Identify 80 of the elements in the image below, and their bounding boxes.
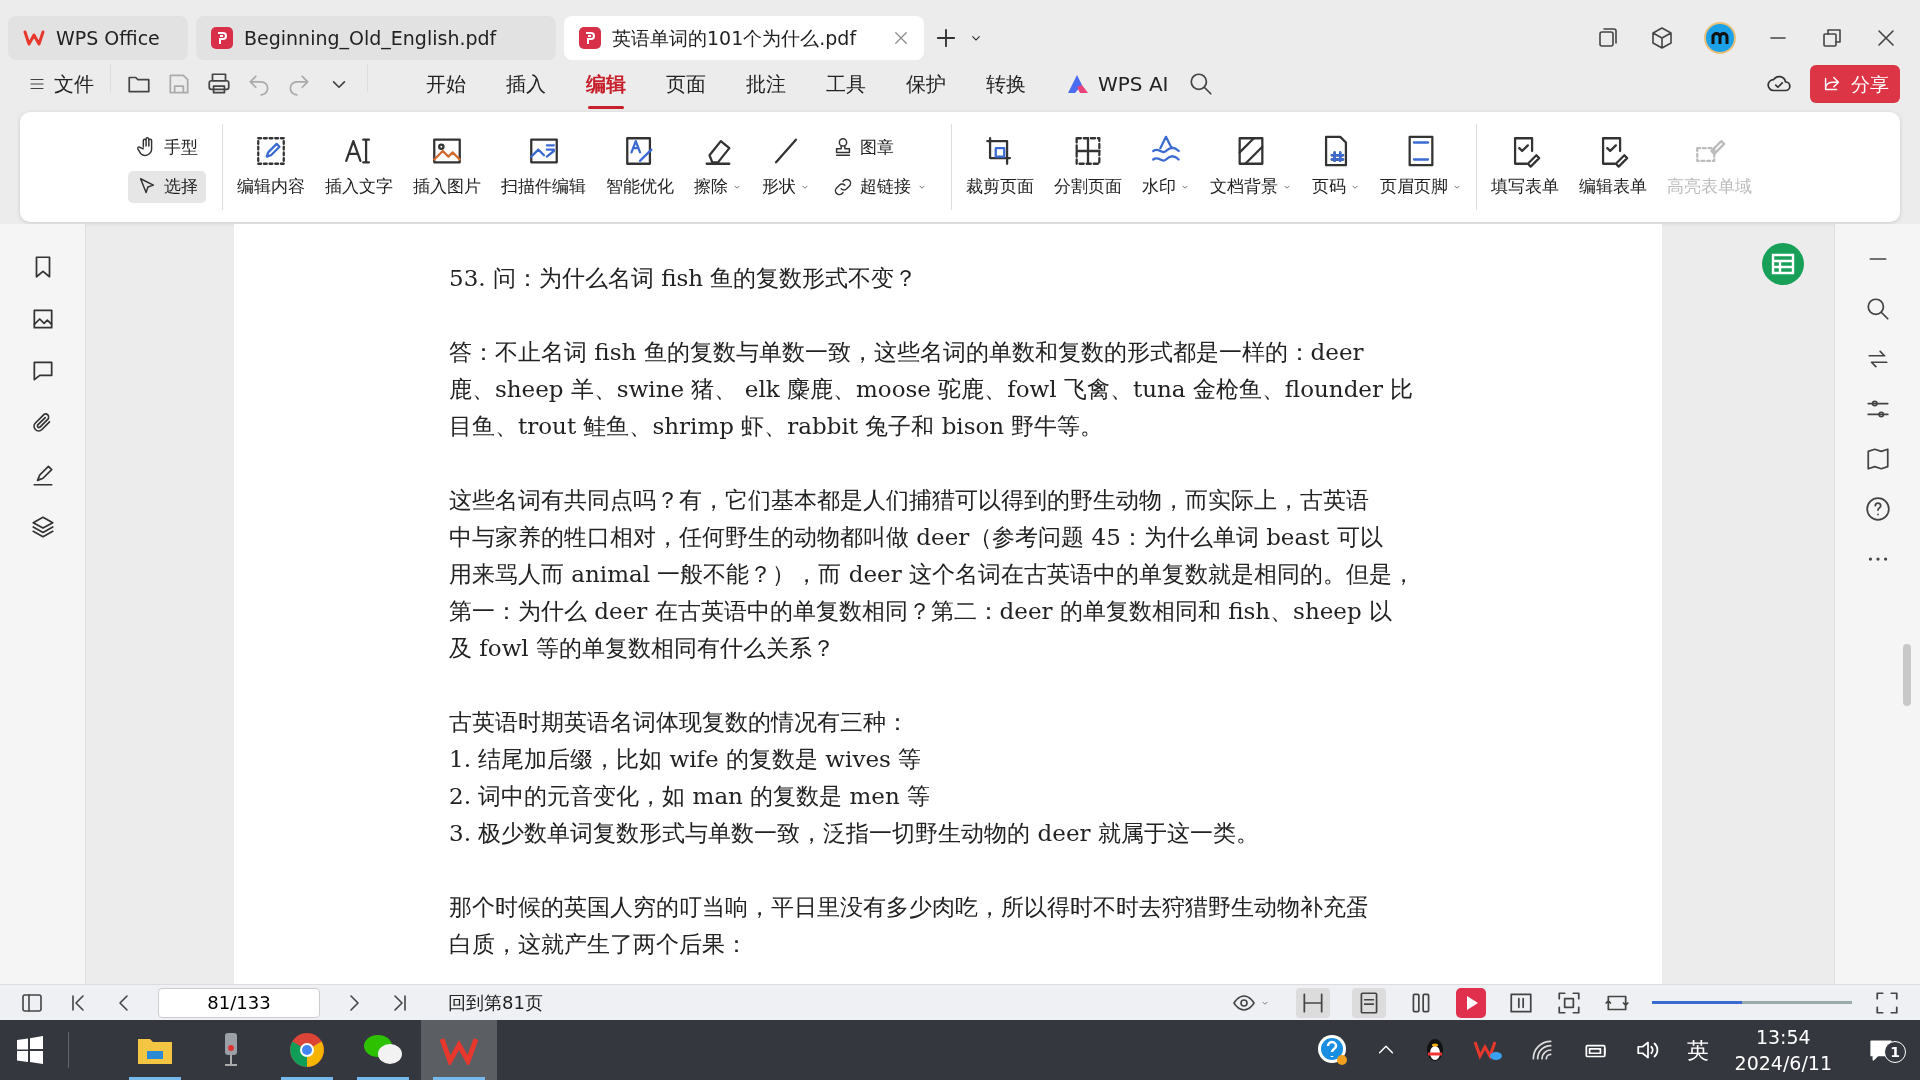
window-copy-icon[interactable]	[1596, 26, 1620, 50]
ribbon-tool[interactable]: 水印	[1136, 130, 1196, 204]
cube-icon[interactable]	[1650, 26, 1674, 50]
pdf-file-icon	[578, 26, 602, 50]
zoom-slider-track[interactable]	[1652, 1001, 1852, 1004]
file-menu[interactable]: 文件	[20, 63, 102, 105]
ribbon-tool[interactable]: 编辑内容	[231, 130, 311, 204]
restore-icon[interactable]	[1820, 26, 1844, 50]
close-icon[interactable]	[892, 29, 910, 47]
fit-page-icon[interactable]	[1556, 989, 1582, 1016]
menu-tab[interactable]: 页面	[646, 63, 726, 105]
text-line: 白质，这就产生了两个后果：	[449, 930, 749, 959]
ribbon-tool[interactable]: 文档背景	[1204, 130, 1298, 204]
avatar-icon[interactable]	[1704, 22, 1736, 54]
pdf-file-icon	[210, 26, 234, 50]
ribbon-tool[interactable]: 选择	[128, 171, 206, 203]
search-icon[interactable]	[1864, 296, 1891, 322]
ribbon-tool[interactable]: 填写表单	[1485, 130, 1565, 204]
text-line: 这些名词有共同点吗？有，它们基本都是人们捕猎可以得到的野生动物，而实际上，古英语	[449, 486, 1370, 515]
menu-tab[interactable]: 转换	[966, 63, 1046, 105]
single-page-button[interactable]	[1352, 987, 1386, 1018]
document-tab[interactable]: WPS Office	[8, 16, 188, 60]
text-line: 古英语时期英语名词体现复数的情况有三种：	[449, 708, 910, 737]
ribbon-tool[interactable]: 智能优化	[600, 130, 680, 204]
input-method-indicator[interactable]: 英	[1686, 1033, 1709, 1067]
text-line: 2. 词中的元音变化，如 man 的复数是 men 等	[449, 782, 932, 811]
ribbon-tool[interactable]: 裁剪页面	[960, 130, 1040, 204]
ribbon-tool[interactable]: 插入图片	[407, 130, 487, 204]
zoom-slider-fill[interactable]	[1652, 1001, 1742, 1004]
help-icon[interactable]	[1864, 496, 1891, 522]
scrollbar-thumb[interactable]	[1903, 644, 1911, 706]
ribbon-tool[interactable]: 分割页面	[1048, 130, 1128, 204]
clock-time[interactable]: 13:54	[1755, 1024, 1811, 1050]
ribbon-tool[interactable]: 页眉页脚	[1374, 130, 1468, 204]
table-app-icon[interactable]	[1761, 242, 1805, 286]
search-icon[interactable]	[1188, 71, 1215, 97]
page-number-field[interactable]: 81/133	[158, 987, 320, 1018]
ribbon-tool[interactable]: 页码	[1306, 130, 1366, 204]
text-line: 第一：为什么 deer 在古英语中的单复数相同？第二：deer 的单复数相同和 fish、sheep 以	[449, 597, 1393, 626]
text-line: 及 fowl 等的单复数相同有什么关系？	[449, 634, 837, 663]
menu-tab[interactable]: 保护	[886, 63, 966, 105]
text-line: 目鱼、trout 鲑鱼、shrimp 虾、rabbit 兔子和 bison 野牛等。	[449, 412, 1105, 441]
ai-logo-icon	[1066, 73, 1090, 95]
chrome-browser-icon	[289, 1032, 325, 1068]
document-tab[interactable]: 英语单词的101个为什么.pdf	[564, 16, 924, 60]
continuous-scroll-button[interactable]	[1296, 987, 1330, 1018]
text-line: 那个时候的英国人穷的叮当响，平日里没有多少肉吃，所以得时不时去狩猎野生动物补充蛋	[449, 893, 1370, 922]
clock-date[interactable]: 2024/6/11	[1734, 1050, 1832, 1076]
wps-logo-icon	[440, 1035, 478, 1065]
text-line: 答：不止名词 fish 鱼的复数与单数一致，这些名词的单数和复数的形式都是一样的：deer	[449, 338, 1365, 367]
text-line: 中与家养的牲口相对，任何野生的动物都叫做 deer（参考问题 45：为什么单词 beast 可以	[449, 523, 1384, 552]
text-line: 1. 结尾加后缀，比如 wife 的复数是 wives 等	[449, 745, 923, 774]
menu-tab[interactable]: 插入	[486, 63, 566, 105]
text-line: 53. 问：为什么名词 fish 鱼的复数形式不变？	[449, 264, 919, 293]
ribbon-tool[interactable]: 形状	[756, 130, 816, 204]
menu-tab[interactable]: 工具	[806, 63, 886, 105]
wps-ai-button[interactable]: WPS AI	[1046, 63, 1189, 105]
windows-start-icon[interactable]	[16, 1036, 44, 1064]
notification-count: 1	[1884, 1041, 1906, 1063]
layers-icon[interactable]	[29, 514, 56, 540]
book-icon[interactable]	[1864, 446, 1891, 472]
ribbon-tool[interactable]: 插入文字	[319, 130, 399, 204]
ribbon-tool[interactable]: 图章	[824, 131, 935, 163]
ribbon-tool[interactable]: 编辑表单	[1573, 130, 1653, 204]
menu-tab[interactable]: 开始	[406, 63, 486, 105]
go-back-link[interactable]: 回到第81页	[448, 989, 543, 1016]
play-icon[interactable]	[1456, 987, 1486, 1018]
ribbon-tool[interactable]: 扫描件编辑	[495, 130, 592, 204]
text-line: 3. 极少数单词复数形式与单数一致，泛指一切野生动物的 deer 就属于这一类。	[449, 819, 1260, 848]
print-icon[interactable]	[206, 71, 232, 97]
fullscreen-icon[interactable]	[1874, 989, 1900, 1016]
ribbon-tool[interactable]: 擦除	[688, 130, 748, 204]
text-line: 用来骂人而 animal 一般不能？），而 deer 这个名词在古英语中的单复数就是相同的。但是，	[449, 560, 1416, 589]
share-button[interactable]: 分享	[1810, 64, 1900, 104]
ribbon-tool[interactable]: 超链接	[824, 171, 935, 203]
menu-tab[interactable]: 批注	[726, 63, 806, 105]
document-tab[interactable]: Beginning_Old_English.pdf	[196, 16, 556, 60]
help-icon[interactable]	[1316, 1034, 1349, 1066]
text-line: 鹿、sheep 羊、swine 猪、 elk 麋鹿、moose 驼鹿、fowl 飞禽、tuna 金枪鱼、flounder 比	[449, 375, 1415, 404]
ribbon-tool[interactable]: 手型	[128, 131, 206, 163]
